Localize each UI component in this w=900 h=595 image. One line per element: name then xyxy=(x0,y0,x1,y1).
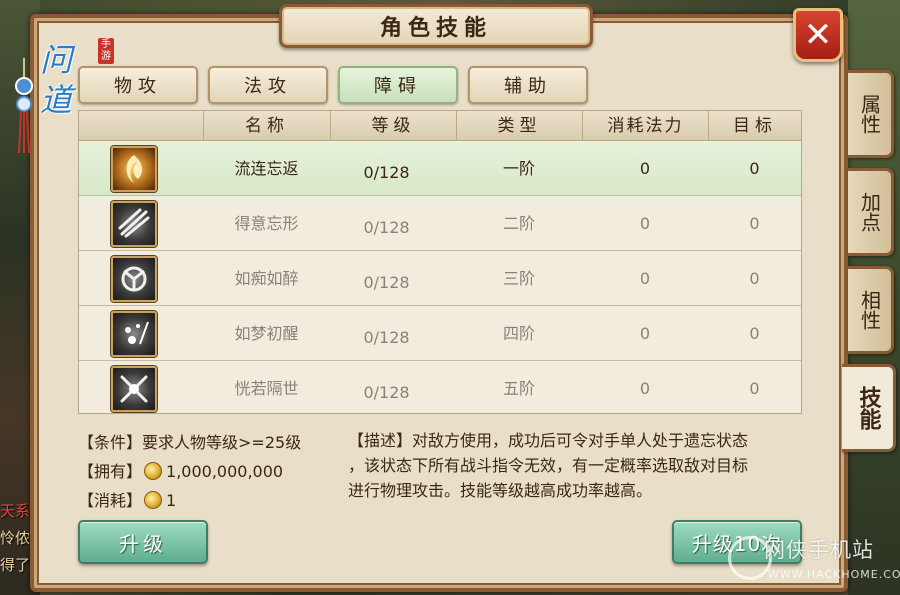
skill-mana: 0 xyxy=(639,379,651,398)
upgrade-10-button[interactable]: 升级10次 xyxy=(672,520,802,564)
coin-icon xyxy=(144,491,163,509)
skill-type: 四阶 xyxy=(502,324,535,343)
skill-name: 流连忘返 xyxy=(234,159,299,178)
header-target: 目标 xyxy=(708,111,801,141)
cost-line: 【消耗】 1 xyxy=(78,486,348,515)
dark-sparkle-skill-icon xyxy=(111,311,157,357)
skill-level: 0/128 xyxy=(363,383,410,402)
header-level: 等级 xyxy=(330,111,456,141)
cost-value: 1 xyxy=(166,491,177,510)
cost-label: 【消耗】 xyxy=(78,491,143,510)
tab-label: 障碍 xyxy=(374,76,422,97)
tab-label: 法攻 xyxy=(244,76,292,97)
skill-mana: 0 xyxy=(639,214,651,233)
table-row[interactable]: 得意忘形 0/128 二阶 0 0 xyxy=(79,197,801,251)
side-tab-label: 属性 xyxy=(857,94,882,134)
table-row[interactable]: 流连忘返 0/128 一阶 0 0 xyxy=(79,142,801,196)
skill-target: 0 xyxy=(749,214,760,233)
skill-name: 恍若隔世 xyxy=(234,379,299,398)
description-line: 【描述】对敌方使用，成功后可令对手单人处于遗忘状态 xyxy=(348,428,804,453)
tab-label: 物攻 xyxy=(114,76,162,97)
skill-type: 三阶 xyxy=(502,269,535,288)
window-title-plate: 角色技能 xyxy=(279,4,593,48)
condition-value: 要求人物等级>=25级 xyxy=(142,433,302,452)
tab-label: 辅助 xyxy=(504,76,552,97)
side-tab-label: 加点 xyxy=(857,192,882,232)
condition-label: 【条件】 xyxy=(78,433,143,452)
skill-name: 如痴如醉 xyxy=(234,269,299,288)
dark-emblem-skill-icon xyxy=(111,256,157,302)
skill-level: 0/128 xyxy=(363,218,410,237)
skill-mana: 0 xyxy=(639,269,651,288)
skill-name: 得意忘形 xyxy=(234,214,299,233)
skill-type: 二阶 xyxy=(502,214,535,233)
upgrade-button-label: 升级 xyxy=(119,531,167,556)
table-header: 名称 等级 类型 消耗法力 目标 xyxy=(79,111,801,141)
condition-line: 【条件】要求人物等级>=25级 xyxy=(78,428,348,457)
game-logo: 问道 手游 xyxy=(6,30,114,153)
header-type: 类型 xyxy=(456,111,582,141)
description-line: 进行物理攻击。技能等级越高成功率越高。 xyxy=(348,481,653,500)
side-tab-affinity[interactable]: 相性 xyxy=(848,266,894,354)
window-title: 角色技能 xyxy=(379,16,492,41)
skill-target: 0 xyxy=(749,159,760,178)
skill-description: 【描述】对敌方使用，成功后可令对手单人处于遗忘状态 ，该状态下所有战斗指令无效，… xyxy=(348,428,804,503)
description-line: ，该状态下所有战斗指令无效，有一定概率选取敌对目标 xyxy=(348,456,749,475)
table-row[interactable]: 恍若隔世 0/128 五阶 0 0 xyxy=(79,362,801,416)
coin-icon xyxy=(144,462,163,480)
side-tab-attributes[interactable]: 属性 xyxy=(848,70,894,158)
skill-target: 0 xyxy=(749,269,760,288)
tab-assist[interactable]: 辅助 xyxy=(468,66,588,104)
dark-blade-skill-icon xyxy=(111,366,157,412)
skill-mana: 0 xyxy=(639,324,651,343)
close-icon: ✕ xyxy=(803,15,833,55)
lantern-icon xyxy=(15,58,33,153)
side-tab-add-points[interactable]: 加点 xyxy=(848,168,894,256)
skill-name: 如梦初醒 xyxy=(234,324,299,343)
tab-magic-attack[interactable]: 法攻 xyxy=(208,66,328,104)
header-mana-cost: 消耗法力 xyxy=(582,111,708,141)
header-name: 名称 xyxy=(203,111,330,141)
skill-requirements: 【条件】要求人物等级>=25级 【拥有】 1,000,000,000 【消耗】 1 xyxy=(78,428,348,515)
skill-table: 名称 等级 类型 消耗法力 目标 流连忘返 0/128 一阶 0 0 得意忘形 … xyxy=(78,110,802,414)
dark-slash-skill-icon xyxy=(111,201,157,247)
skill-level: 0/128 xyxy=(363,328,410,347)
table-row[interactable]: 如痴如醉 0/128 三阶 0 0 xyxy=(79,252,801,306)
skill-type: 一阶 xyxy=(502,159,535,178)
description-text: 对敌方使用，成功后可令对手单人处于遗忘状态 xyxy=(412,431,749,450)
side-tab-skills[interactable]: 技能 xyxy=(842,364,896,452)
owned-label: 【拥有】 xyxy=(78,462,143,481)
gold-swirl-skill-icon xyxy=(111,146,157,192)
upgrade-button[interactable]: 升级 xyxy=(78,520,208,564)
description-label: 【描述】 xyxy=(348,431,413,450)
skill-type: 五阶 xyxy=(502,379,535,398)
tab-obstruct[interactable]: 障碍 xyxy=(338,66,458,104)
skill-level: 0/128 xyxy=(363,273,410,292)
side-tab-label: 相性 xyxy=(857,290,882,330)
skill-target: 0 xyxy=(749,379,760,398)
logo-text: 问道 xyxy=(40,41,73,119)
logo-badge: 手游 xyxy=(98,38,114,64)
skill-mana: 0 xyxy=(639,159,651,178)
owned-line: 【拥有】 1,000,000,000 xyxy=(78,457,348,486)
owned-value: 1,000,000,000 xyxy=(166,462,284,481)
upgrade-10-button-label: 升级10次 xyxy=(691,531,783,556)
skill-target: 0 xyxy=(749,324,760,343)
table-row[interactable]: 如梦初醒 0/128 四阶 0 0 xyxy=(79,307,801,361)
side-tab-label: 技能 xyxy=(855,386,881,430)
skill-level: 0/128 xyxy=(363,163,410,182)
close-button[interactable]: ✕ xyxy=(793,8,843,62)
